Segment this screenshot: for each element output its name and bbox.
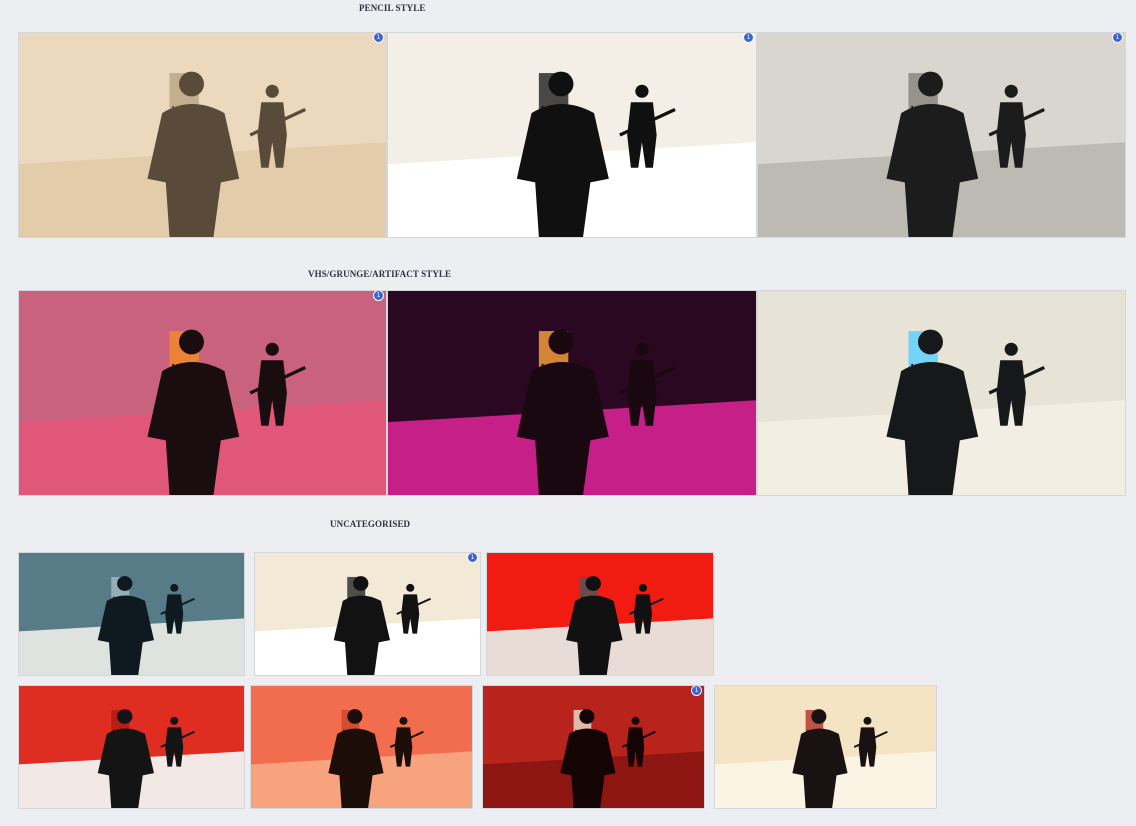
guitarist-head (1004, 342, 1018, 356)
thumbnail-uncategorised-6[interactable]: 1 (482, 685, 705, 809)
thumbnail-vhs-1[interactable]: 1 (18, 290, 387, 496)
guitarist-head (265, 84, 279, 98)
singer-head (579, 709, 595, 724)
thumbnail-uncategorised-1[interactable] (18, 552, 245, 676)
thumbnail-uncategorised-7[interactable] (714, 685, 937, 809)
count-badge: 1 (1112, 33, 1123, 43)
guitarist-head (635, 342, 649, 356)
count-badge: 1 (373, 291, 384, 301)
guitarist-head (399, 716, 408, 725)
scene-image (715, 686, 936, 808)
singer-head (585, 576, 601, 591)
guitarist-head (170, 716, 179, 725)
section-title-pencil-style: PENCIL STYLE (359, 3, 426, 13)
singer-head (179, 71, 204, 97)
singer-head (353, 576, 369, 591)
section-title-vhs-style: VHS/GRUNGE/ARTIFACT STYLE (308, 269, 452, 279)
scene-image (251, 686, 472, 808)
thumbnail-uncategorised-2[interactable]: 1 (254, 552, 481, 676)
guitarist-head (1004, 84, 1018, 98)
thumbnail-uncategorised-5[interactable] (250, 685, 473, 809)
count-badge: 1 (743, 33, 754, 43)
section-title-uncategorised: UNCATEGORISED (330, 519, 411, 529)
scene-image (19, 553, 244, 675)
count-badge: 1 (691, 686, 702, 696)
thumbnail-uncategorised-4[interactable] (18, 685, 245, 809)
guitarist-head (406, 583, 415, 592)
singer-head (918, 329, 943, 355)
thumbnail-uncategorised-3[interactable] (486, 552, 714, 676)
singer-head (117, 709, 133, 724)
guitarist-head (170, 583, 179, 592)
scene-image (19, 33, 386, 237)
thumbnail-vhs-3[interactable] (757, 290, 1126, 496)
guitarist-head (631, 716, 640, 725)
count-badge: 1 (467, 553, 478, 563)
guitarist-head (635, 84, 649, 98)
singer-head (117, 576, 133, 591)
scene-image (255, 553, 480, 675)
singer-head (548, 329, 574, 355)
guitarist-head (265, 342, 279, 356)
thumbnail-pencil-1[interactable]: 1 (18, 32, 387, 238)
scene-image (19, 686, 244, 808)
thumbnail-pencil-3[interactable]: 1 (757, 32, 1126, 238)
thumbnail-pencil-2[interactable]: 1 (387, 32, 757, 238)
singer-head (347, 709, 363, 724)
scene-image (483, 686, 704, 808)
guitarist-head (863, 716, 872, 725)
scene-image (388, 291, 756, 495)
singer-head (548, 71, 574, 97)
scene-image (388, 33, 756, 237)
scene-image (19, 291, 386, 495)
guitarist-head (638, 583, 648, 592)
singer-head (811, 709, 827, 724)
thumbnail-vhs-2[interactable] (387, 290, 757, 496)
singer-head (918, 71, 943, 97)
scene-image (758, 291, 1125, 495)
scene-image (758, 33, 1125, 237)
count-badge: 1 (373, 33, 384, 43)
singer-head (179, 329, 204, 355)
scene-image (487, 553, 713, 675)
